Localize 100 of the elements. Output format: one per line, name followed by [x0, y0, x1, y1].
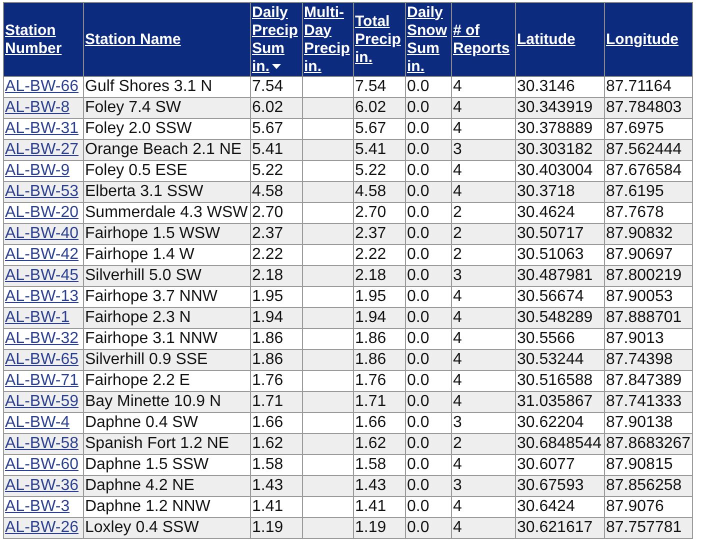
table-cell: 6.02 [354, 98, 406, 118]
table-cell: Foley 7.4 SW [84, 98, 250, 118]
table-cell: 5.41 [250, 140, 302, 160]
sort-link[interactable]: # of Reports [453, 22, 514, 58]
table-cell: 3 [452, 140, 516, 160]
table-cell: 87.784803 [604, 98, 692, 118]
table-cell: 87.562444 [604, 140, 692, 160]
table-cell: 4 [452, 98, 516, 118]
table-cell: 87.800219 [604, 266, 692, 286]
table-cell: 2.18 [250, 266, 302, 286]
station-link[interactable]: AL-BW-20 [5, 204, 79, 221]
table-cell: 1.62 [250, 434, 302, 454]
sort-link[interactable]: Multi-Day Precip in. [304, 4, 352, 76]
station-link[interactable]: AL-BW-45 [5, 267, 79, 284]
sort-down-icon [272, 64, 280, 70]
table-cell: 87.74398 [604, 350, 692, 370]
table-cell: 0.0 [406, 224, 452, 244]
sort-link[interactable]: Longitude [606, 30, 678, 48]
station-link[interactable]: AL-BW-58 [5, 435, 79, 452]
table-cell: 4 [452, 392, 516, 412]
table-cell: 30.621617 [516, 518, 604, 538]
table-cell: 87.888701 [604, 308, 692, 328]
table-cell: 2.37 [354, 224, 406, 244]
table-cell: 4.58 [354, 182, 406, 202]
station-link[interactable]: AL-BW-27 [5, 141, 79, 158]
table-cell: 0.0 [406, 350, 452, 370]
station-link[interactable]: AL-BW-4 [5, 414, 70, 431]
table-cell: 0.0 [406, 434, 452, 454]
table-cell: Daphne 4.2 NE [84, 476, 250, 496]
table-cell: 87.8683267 [604, 434, 692, 454]
table-cell: 1.94 [354, 308, 406, 328]
table-cell: 87.6195 [604, 182, 692, 202]
table-cell: 30.487981 [516, 266, 604, 286]
table-cell: Fairhope 2.3 N [84, 308, 250, 328]
station-link[interactable]: AL-BW-31 [5, 120, 79, 137]
table-cell: Silverhill 0.9 SSE [84, 350, 250, 370]
table-cell: 0.0 [406, 182, 452, 202]
table-cell: 30.50717 [516, 224, 604, 244]
table-cell: 0.0 [406, 308, 452, 328]
station-link[interactable]: AL-BW-9 [5, 162, 70, 179]
table-cell: 4.58 [250, 182, 302, 202]
table-cell: 1.19 [250, 518, 302, 538]
table-cell: 1.19 [354, 518, 406, 538]
station-link[interactable]: AL-BW-60 [5, 456, 79, 473]
sort-link[interactable]: Latitude [517, 30, 576, 48]
table-cell: 3 [452, 476, 516, 496]
table-cell: 4 [452, 350, 516, 370]
table-cell: Fairhope 1.5 WSW [84, 224, 250, 244]
station-link[interactable]: AL-BW-66 [5, 78, 79, 95]
sort-link[interactable]: Station Number [5, 22, 82, 58]
sort-link[interactable]: Total Precip in. [355, 12, 404, 66]
table-cell: Orange Beach 2.1 NE [84, 140, 250, 160]
table-cell: Spanish Fort 1.2 NE [84, 434, 250, 454]
station-link[interactable]: AL-BW-26 [5, 519, 79, 536]
station-link[interactable]: AL-BW-32 [5, 330, 79, 347]
station-link[interactable]: AL-BW-53 [5, 183, 79, 200]
table-cell: Bay Minette 10.9 N [84, 392, 250, 412]
table-cell: 0.0 [406, 476, 452, 496]
table-cell: 1.71 [250, 392, 302, 412]
table-cell: 30.53244 [516, 350, 604, 370]
table-cell: 30.6848544 [516, 434, 604, 454]
table-cell: 30.67593 [516, 476, 604, 496]
table-cell: 2.18 [354, 266, 406, 286]
station-link[interactable]: AL-BW-40 [5, 225, 79, 242]
table-cell: Elberta 3.1 SSW [84, 182, 250, 202]
table-cell: 1.43 [250, 476, 302, 496]
table-cell: 87.856258 [604, 476, 692, 496]
table-cell: 0.0 [406, 266, 452, 286]
table-cell: 1.86 [354, 350, 406, 370]
station-link[interactable]: AL-BW-36 [5, 477, 79, 494]
table-cell: Silverhill 5.0 SW [84, 266, 250, 286]
station-link[interactable]: AL-BW-59 [5, 393, 79, 410]
table-cell: 1.86 [250, 350, 302, 370]
table-cell: 0.0 [406, 518, 452, 538]
table-cell: 5.41 [354, 140, 406, 160]
table-cell: 1.94 [250, 308, 302, 328]
table-cell: 30.303182 [516, 140, 604, 160]
table-cell: 4 [452, 518, 516, 538]
table-cell: 1.71 [354, 392, 406, 412]
station-link[interactable]: AL-BW-1 [5, 309, 70, 326]
station-link[interactable]: AL-BW-8 [5, 99, 70, 116]
sort-link[interactable]: Daily Precip Sum in. [252, 4, 301, 76]
station-link[interactable]: AL-BW-65 [5, 351, 79, 368]
table-cell: 87.757781 [604, 518, 692, 538]
station-link[interactable]: AL-BW-71 [5, 372, 79, 389]
table-cell: 3 [452, 266, 516, 286]
table-cell: 2.37 [250, 224, 302, 244]
table-cell: 0.0 [406, 98, 452, 118]
table-cell: 31.035867 [516, 392, 604, 412]
table-cell: 4 [452, 182, 516, 202]
table-cell: 30.3718 [516, 182, 604, 202]
table-cell: 1.62 [354, 434, 406, 454]
table-cell: 6.02 [250, 98, 302, 118]
station-link[interactable]: AL-BW-13 [5, 288, 79, 305]
station-link[interactable]: AL-BW-42 [5, 246, 79, 263]
sort-link[interactable]: Station Name [85, 30, 181, 48]
station-link[interactable]: AL-BW-3 [5, 498, 70, 515]
table-cell: 87.741333 [604, 392, 692, 412]
table-cell: 87.90832 [604, 224, 692, 244]
sort-link[interactable]: Daily Snow Sum in. [407, 4, 450, 76]
